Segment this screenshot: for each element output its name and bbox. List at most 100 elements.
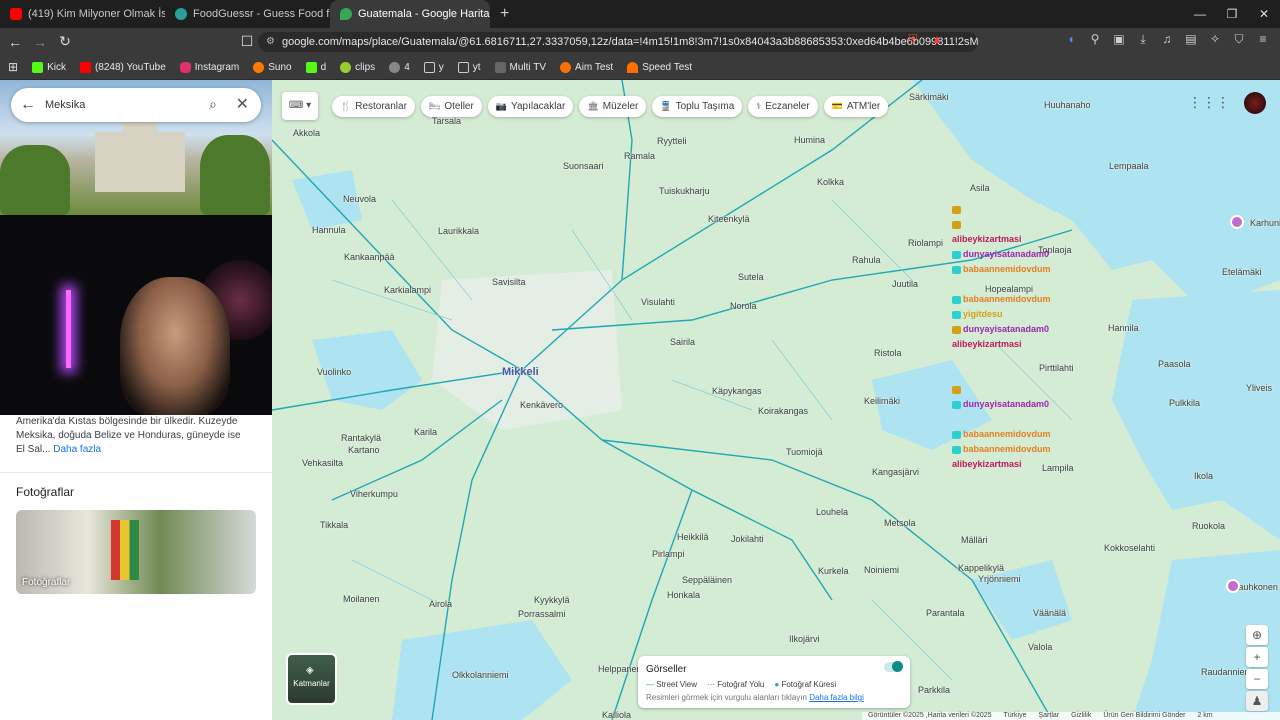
place-pin-icon[interactable] <box>1226 579 1240 593</box>
ai-icon[interactable]: ✧ <box>1208 32 1222 47</box>
bookmark-aim-test[interactable]: Aim Test <box>560 61 613 73</box>
tab-foodguessr[interactable]: FoodGuessr - Guess Food from Arou <box>165 0 330 28</box>
bookmark-kick[interactable]: Kick <box>32 61 66 73</box>
chip-atms[interactable]: 💳 ATM'ler <box>823 96 889 117</box>
search-icon[interactable]: ⌕ <box>209 96 217 113</box>
chat-username: babaannemidovdum <box>963 444 1051 454</box>
more-link[interactable]: Daha fazla <box>53 444 101 455</box>
bookmark-youtube[interactable]: (8248) YouTube <box>79 61 166 73</box>
bookmark-clips[interactable]: clips <box>340 61 375 73</box>
footer-country[interactable]: Türkiye <box>1004 712 1027 720</box>
account-avatar[interactable] <box>1244 92 1266 114</box>
chat-message <box>952 202 1112 217</box>
folder-y[interactable]: y <box>423 61 444 73</box>
imagery-legend-card: Görseller — Street View ⋯ Fotoğraf Yolu … <box>638 656 910 708</box>
chip-museums[interactable]: 🏛 Müzeler <box>579 96 647 117</box>
zoom-out-button[interactable]: − <box>1246 669 1268 689</box>
brave-rewards-icon[interactable]: ▲ <box>930 32 944 47</box>
place-label: Rahula <box>852 255 881 265</box>
place-label: Karhuniemi <box>1250 218 1280 228</box>
site-info-icon[interactable]: ⚙ <box>266 32 275 52</box>
apps-grid-icon[interactable]: ⊞ <box>8 60 18 74</box>
search-box: ← ⌕ ✕ <box>11 88 261 122</box>
place-label: Kokkoselahti <box>1104 543 1156 553</box>
place-label: Louhela <box>816 507 849 517</box>
place-label: Karkialampi <box>384 285 432 295</box>
download-icon[interactable]: ⤓ <box>1136 32 1150 47</box>
tab-google-maps[interactable]: Guatemala - Google Haritalar ✕ <box>330 0 490 28</box>
close-icon[interactable]: ✕ <box>236 94 249 114</box>
bookmark-multi-tv[interactable]: Multi TV <box>494 61 546 73</box>
audio-icon[interactable]: ◖ <box>1064 32 1078 47</box>
vpn-icon[interactable]: ⛉ <box>1232 32 1246 47</box>
screenshot-icon[interactable]: ▣ <box>1112 32 1126 47</box>
place-label: Visulahti <box>641 297 675 307</box>
legend-title: Görseller <box>646 664 687 675</box>
pegman-icon[interactable]: ♟ <box>1246 691 1268 711</box>
reload-icon[interactable]: ↻ <box>55 33 75 50</box>
music-icon[interactable]: ♫ <box>1160 32 1174 47</box>
google-apps-icon[interactable]: ⋮⋮⋮ <box>1188 94 1230 111</box>
tree-decoration <box>200 135 270 215</box>
map-canvas[interactable]: ⌨ ▾ 🍴 Restoranlar 🛏 Oteller 📷 Yapılacaklar … <box>272 80 1280 720</box>
category-chips: 🍴 Restoranlar 🛏 Oteller 📷 Yapılacaklar 🏛 Müz… <box>332 96 889 117</box>
back-icon[interactable]: ← <box>5 34 25 50</box>
chat-badge-icon <box>952 385 961 394</box>
footer-attribution: Görüntüler ©2025 ,Harita verileri ©2025 <box>868 712 992 719</box>
learn-more-link[interactable]: Daha fazla bilgi <box>809 693 864 702</box>
close-window-icon[interactable]: ✕ <box>1248 0 1280 28</box>
bookmark-speed-test[interactable]: Speed Test <box>627 61 692 73</box>
footer-terms[interactable]: Şartlar <box>1039 712 1060 720</box>
bookmark-icon[interactable]: ☐ <box>237 33 257 50</box>
brave-shield-icon[interactable]: ⛨ <box>906 32 920 47</box>
place-label: Olkkolanniemi <box>452 670 509 680</box>
chat-username: babaannemidovdum <box>963 264 1051 274</box>
forward-icon[interactable]: → <box>30 34 50 50</box>
maximize-icon[interactable]: ❐ <box>1216 0 1248 28</box>
bookmark-d[interactable]: d <box>305 61 326 73</box>
legend-photo-path: ⋯ Fotoğraf Yolu <box>707 680 765 689</box>
footer-scale[interactable]: 2 km <box>1197 712 1212 720</box>
place-label: Vehkasilta <box>302 458 344 468</box>
extensions-icon[interactable]: ⚲ <box>1088 32 1102 47</box>
footer-feedback[interactable]: Ürün Geri Bildirimi Gönder <box>1103 712 1185 720</box>
url-field[interactable]: ⚙ google.com/maps/place/Guatemala/@61.68… <box>258 32 978 52</box>
new-tab-button[interactable]: + <box>490 5 519 23</box>
bookmark-suno[interactable]: Suno <box>253 61 292 73</box>
bookmark-4[interactable]: 4 <box>389 61 410 73</box>
tab-youtube[interactable]: (419) Kim Milyoner Olmak İster? 120 <box>0 0 165 28</box>
place-label: Kangasjärvi <box>872 467 920 477</box>
map-controls: ⊕ + − ♟ <box>1246 625 1268 713</box>
search-input[interactable] <box>45 99 185 111</box>
chip-things-to-do[interactable]: 📷 Yapılacaklar <box>487 96 574 117</box>
zoom-in-button[interactable]: + <box>1246 647 1268 667</box>
place-label: Rantakylä <box>341 433 382 443</box>
place-label: Pirlampi <box>652 549 685 559</box>
chip-hotels[interactable]: 🛏 Oteller <box>420 96 482 117</box>
keyboard-shortcuts-button[interactable]: ⌨ ▾ <box>282 92 318 120</box>
place-pin-icon[interactable] <box>1230 215 1244 229</box>
chip-transit[interactable]: 🚆 Toplu Taşıma <box>652 96 743 117</box>
place-description: Amerika'da Kıstas bölgesinde bir ülkedir… <box>16 415 251 457</box>
folder-icon <box>457 61 469 73</box>
place-label: Suonsaari <box>563 161 604 171</box>
back-arrow-icon[interactable]: ← <box>11 96 45 114</box>
layers-button[interactable]: ◈ Katmanlar <box>286 653 337 705</box>
chip-pharmacies[interactable]: ⚕ Eczaneler <box>748 96 818 117</box>
wallet-icon[interactable]: ▤ <box>1184 32 1198 47</box>
menu-icon[interactable]: ≡ <box>1256 32 1270 47</box>
place-label: Käpykangas <box>712 386 762 396</box>
photos-card[interactable]: Fotoğraflar <box>16 510 256 594</box>
bookmark-instagram[interactable]: Instagram <box>179 61 239 73</box>
my-location-icon[interactable]: ⊕ <box>1246 625 1268 645</box>
address-bar-row: ← → ↻ ☐ ⚙ google.com/maps/place/Guatemal… <box>0 28 1280 55</box>
imagery-toggle[interactable] <box>884 661 903 672</box>
minimize-icon[interactable]: — <box>1184 0 1216 28</box>
chip-restaurants[interactable]: 🍴 Restoranlar <box>332 96 415 117</box>
folder-yt[interactable]: yt <box>457 61 481 73</box>
footer-privacy[interactable]: Gizlilik <box>1071 712 1091 720</box>
chat-badge-icon <box>952 400 961 409</box>
chat-badge-icon <box>952 205 961 214</box>
chat-username: dunyayisatanadam0 <box>963 399 1050 409</box>
chat-username: babaannemidovdum <box>963 429 1051 439</box>
